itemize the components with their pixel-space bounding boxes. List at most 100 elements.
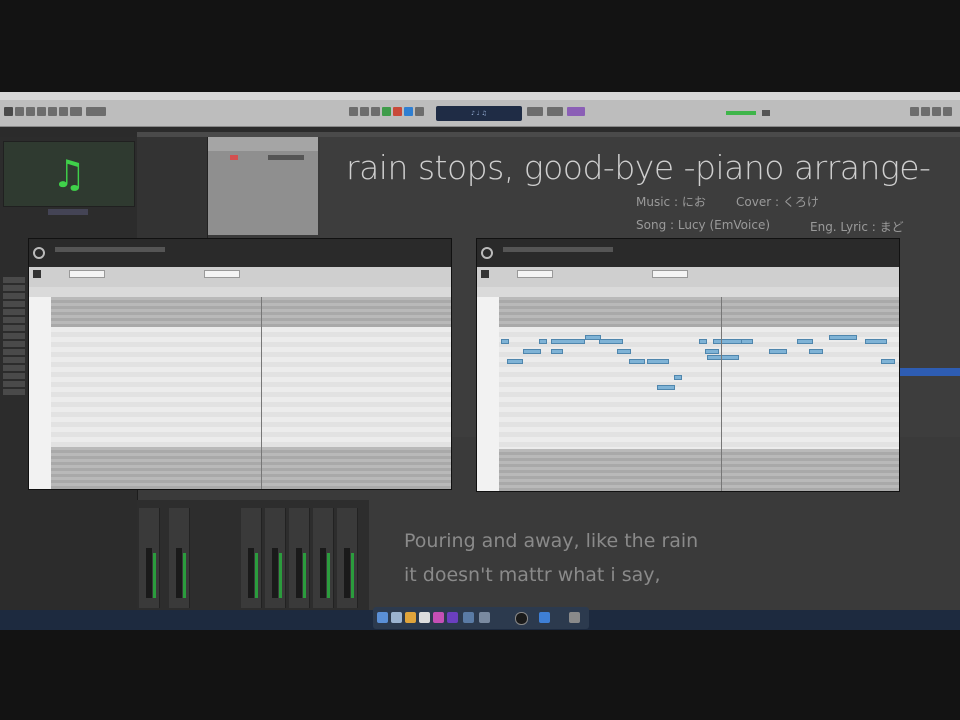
mixer-button[interactable] [48, 107, 57, 116]
plugin-window [208, 137, 318, 235]
channel-strip[interactable] [265, 508, 286, 608]
pointer-tool[interactable] [86, 107, 106, 116]
quantize-field[interactable] [69, 270, 105, 278]
forward-button[interactable] [360, 107, 369, 116]
power-icon[interactable] [33, 247, 45, 259]
midi-note[interactable] [507, 359, 523, 364]
quantize-field[interactable] [517, 270, 553, 278]
master-volume-slider[interactable] [726, 111, 756, 115]
midi-note[interactable] [629, 359, 645, 364]
plugin-led [230, 155, 238, 160]
dock [373, 607, 589, 629]
channel-strip[interactable] [313, 508, 334, 608]
loop-browser-button[interactable] [932, 107, 941, 116]
midi-note[interactable] [809, 349, 823, 354]
chrome-icon[interactable] [405, 612, 416, 623]
channel-strip[interactable] [139, 508, 160, 608]
plugin-title-bar [477, 239, 899, 267]
midi-note[interactable] [617, 349, 631, 354]
piano-keyboard[interactable] [477, 297, 500, 491]
midi-note[interactable] [551, 349, 563, 354]
midi-note[interactable] [769, 349, 787, 354]
midi-note[interactable] [829, 335, 857, 340]
midi-note[interactable] [674, 375, 682, 380]
browser-button[interactable] [943, 107, 952, 116]
midi-note[interactable] [705, 349, 719, 354]
notes-icon[interactable] [419, 612, 430, 623]
plugin-name [503, 247, 613, 252]
calculator-icon[interactable] [463, 612, 474, 623]
tool-icon[interactable] [481, 270, 489, 278]
midi-note[interactable] [599, 339, 623, 344]
piano-roll-left [28, 238, 452, 490]
record-button[interactable] [393, 107, 402, 116]
plugin-title-bar [29, 239, 451, 267]
plugin-name [55, 247, 165, 252]
channel-strip[interactable] [289, 508, 310, 608]
mixer [137, 500, 369, 610]
tool-icon[interactable] [33, 270, 41, 278]
midi-note[interactable] [551, 339, 585, 344]
midi-note[interactable] [501, 339, 509, 344]
folder-icon[interactable] [479, 612, 490, 623]
midi-note[interactable] [707, 355, 739, 360]
plugin-header [208, 137, 318, 151]
control-bar: ♪ ♩ ♫ [0, 100, 960, 127]
rewind-button[interactable] [349, 107, 358, 116]
tuner-button[interactable] [527, 107, 543, 116]
smart-controls-button[interactable] [37, 107, 46, 116]
channel-strip[interactable] [241, 508, 262, 608]
midi-note[interactable] [657, 385, 675, 390]
channel-strip[interactable] [169, 508, 190, 608]
channel-strip[interactable] [337, 508, 358, 608]
count-in-button[interactable] [567, 107, 585, 116]
note-grid[interactable] [499, 297, 899, 491]
playhead[interactable] [721, 297, 722, 491]
lcd-display[interactable]: ♪ ♩ ♫ [436, 106, 522, 121]
selected-region[interactable] [897, 368, 960, 376]
finder-icon[interactable] [377, 612, 388, 623]
mail-icon[interactable] [539, 612, 550, 623]
solo-button[interactable] [547, 107, 563, 116]
metronome-button[interactable] [415, 107, 424, 116]
note-grid[interactable] [51, 297, 451, 489]
midi-note[interactable] [741, 339, 753, 344]
snap-field[interactable] [652, 270, 688, 278]
playhead[interactable] [261, 297, 262, 489]
toolbar-button[interactable] [26, 107, 35, 116]
inspector-button[interactable] [15, 107, 24, 116]
midi-note[interactable] [647, 359, 669, 364]
credit-song-label: Song : Lucy (EmVoice) [636, 218, 771, 232]
trash-icon[interactable] [569, 612, 580, 623]
volume-knob[interactable] [762, 110, 770, 116]
cycle-button[interactable] [404, 107, 413, 116]
midi-note[interactable] [539, 339, 547, 344]
play-button[interactable] [382, 107, 391, 116]
power-icon[interactable] [481, 247, 493, 259]
library-button[interactable] [4, 107, 13, 116]
midi-note[interactable] [797, 339, 813, 344]
piano-roll-toolbar [477, 267, 899, 288]
list-editors-button[interactable] [910, 107, 919, 116]
snap-field[interactable] [204, 270, 240, 278]
letterbox-bottom [0, 630, 960, 720]
stop-button[interactable] [371, 107, 380, 116]
midi-note[interactable] [865, 339, 887, 344]
piano-keyboard[interactable] [29, 297, 52, 489]
midi-note[interactable] [699, 339, 707, 344]
app-icon[interactable] [447, 612, 458, 623]
piano-roll-right [476, 238, 900, 492]
notepad-button[interactable] [921, 107, 930, 116]
midi-note[interactable] [523, 349, 541, 354]
plugin-preset-field[interactable] [268, 155, 304, 160]
launchpad-icon[interactable] [391, 612, 402, 623]
logic-icon[interactable] [515, 612, 528, 625]
menu-bar [0, 92, 960, 100]
credit-lyric-label: Eng. Lyric : まど [810, 220, 904, 234]
editors-button[interactable] [59, 107, 68, 116]
music-icon[interactable] [433, 612, 444, 623]
scissors-icon[interactable] [70, 107, 82, 116]
patch-name [48, 209, 88, 215]
midi-note[interactable] [881, 359, 895, 364]
piano-roll-toolbar [29, 267, 451, 288]
